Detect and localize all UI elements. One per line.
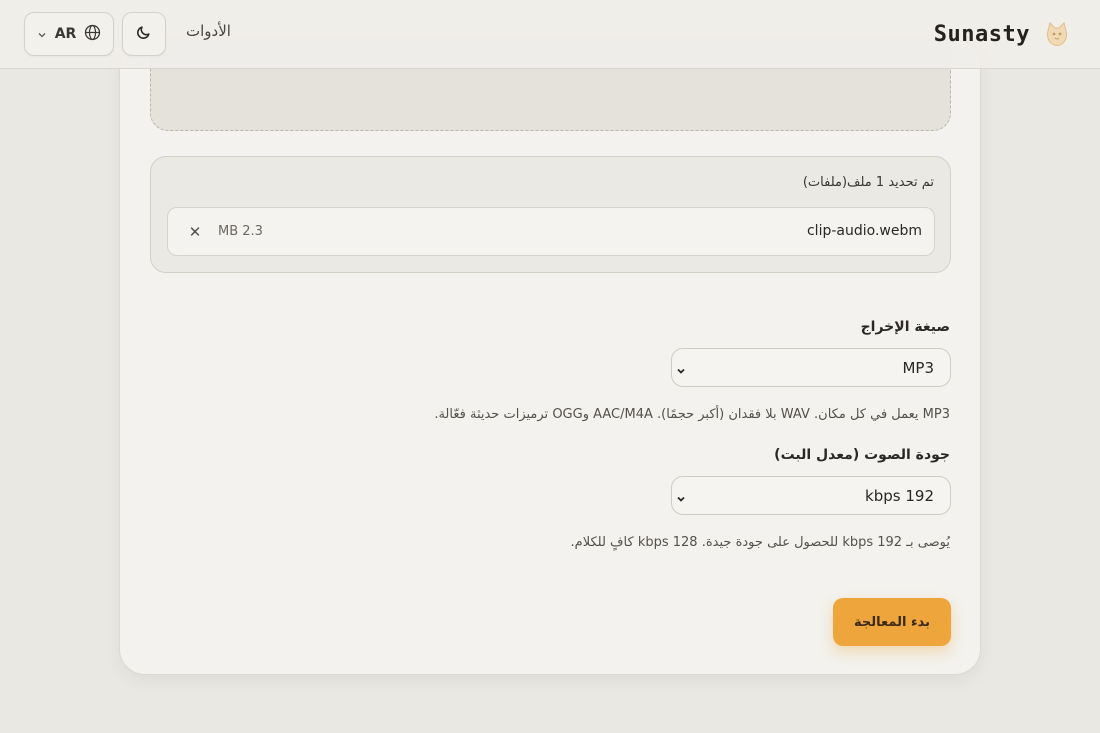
cat-logo-icon [1040,17,1074,51]
audio-quality-help: يُوصى بـ kbps 192 للحصول على جودة جيدة. … [570,535,950,550]
chevron-down-icon [675,362,687,374]
audio-quality-label: جودة الصوت (معدل البت) [774,447,950,463]
file-row: clip-audio.webm MB 2.3 ✕ [167,207,935,256]
audio-quality-select[interactable]: kbps 192 [671,476,951,515]
files-count-label: تم تحديد 1 ملف(ملفات) [802,175,934,190]
chevron-down-icon [675,490,687,502]
theme-toggle-button[interactable] [122,12,166,56]
language-selector[interactable]: AR [24,12,114,56]
selected-files-panel: تم تحديد 1 ملف(ملفات) clip-audio.webm MB… [150,156,951,273]
audio-quality-value: kbps 192 [865,487,934,505]
output-format-value: MP3 [902,359,934,377]
file-size: MB 2.3 [218,224,263,239]
brand-name: Sunasty [933,21,1030,47]
chevron-down-icon [37,25,47,44]
brand[interactable]: Sunasty [934,14,1074,54]
remove-file-icon[interactable]: ✕ [186,222,204,242]
output-format-select[interactable]: MP3 [671,348,951,387]
moon-icon [136,24,152,44]
language-code: AR [54,26,77,42]
nav-tools-link[interactable]: الأدوات [186,22,231,40]
output-format-help: MP3 يعمل في كل مكان. WAV بلا فقدان (أكبر… [434,407,950,422]
file-name: clip-audio.webm [806,223,922,239]
converter-card: تم تحديد 1 ملف(ملفات) clip-audio.webm MB… [119,40,981,675]
start-processing-button[interactable]: بدء المعالجة [833,598,951,646]
output-format-label: صيغة الإخراج [860,319,950,335]
globe-icon [84,24,101,45]
top-header: Sunasty الأدوات AR [0,0,1100,69]
